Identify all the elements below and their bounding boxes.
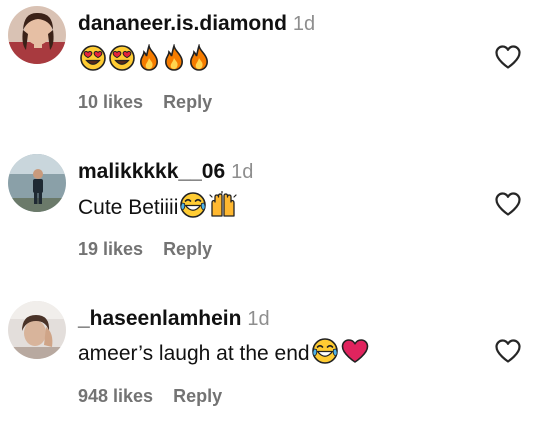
heart-eyes-emoji: [79, 44, 107, 80]
like-heart-icon[interactable]: [494, 191, 522, 217]
fire-emoji: [137, 42, 161, 80]
likes-count[interactable]: 948 likes: [78, 386, 153, 406]
comment-item: malikkkkk__06 1d Cute Betiiii 19 likes Rep…: [0, 148, 541, 288]
comment-item: _haseenlamhein 1d ameer’s laugh at the en…: [0, 295, 541, 435]
avatar[interactable]: [8, 301, 66, 359]
fire-emoji: [187, 42, 211, 80]
comment-text: Cute Betiiii: [78, 190, 238, 227]
username[interactable]: malikkkkk__06: [78, 160, 225, 183]
comment-actions: 10 likes Reply: [78, 90, 212, 114]
fire-emoji: [162, 42, 186, 80]
comment-actions: 948 likes Reply: [78, 384, 222, 408]
like-heart-icon[interactable]: [494, 44, 522, 70]
username[interactable]: dananeer.is.diamond: [78, 12, 287, 35]
timestamp[interactable]: 1d: [231, 161, 253, 183]
comment-text: ameer’s laugh at the end: [78, 337, 370, 373]
comment-header: dananeer.is.diamond 1d: [78, 11, 315, 39]
comment-actions: 19 likes Reply: [78, 237, 212, 261]
red-heart-emoji: [340, 337, 370, 373]
avatar[interactable]: [8, 6, 66, 64]
laughing-tears-emoji: [311, 337, 339, 373]
reply-button[interactable]: Reply: [163, 239, 212, 259]
heart-eyes-emoji: [108, 44, 136, 80]
comment-text: [78, 42, 211, 80]
reply-button[interactable]: Reply: [163, 92, 212, 112]
comment-text-content: ameer’s laugh at the end: [78, 342, 310, 365]
comment-header: _haseenlamhein 1d: [78, 306, 270, 334]
reply-button[interactable]: Reply: [173, 386, 222, 406]
comment-header: malikkkkk__06 1d: [78, 159, 253, 187]
comment-text-content: Cute Betiiii: [78, 196, 179, 219]
likes-count[interactable]: 19 likes: [78, 239, 143, 259]
like-heart-icon[interactable]: [494, 338, 522, 364]
likes-count[interactable]: 10 likes: [78, 92, 143, 112]
timestamp[interactable]: 1d: [293, 13, 315, 35]
comment-item: dananeer.is.diamond 1d 10 likes Reply: [0, 0, 541, 140]
laughing-tears-emoji: [179, 191, 207, 227]
raised-hands-emoji: [208, 190, 238, 227]
timestamp[interactable]: 1d: [247, 308, 269, 330]
username[interactable]: _haseenlamhein: [78, 307, 241, 330]
avatar[interactable]: [8, 154, 66, 212]
